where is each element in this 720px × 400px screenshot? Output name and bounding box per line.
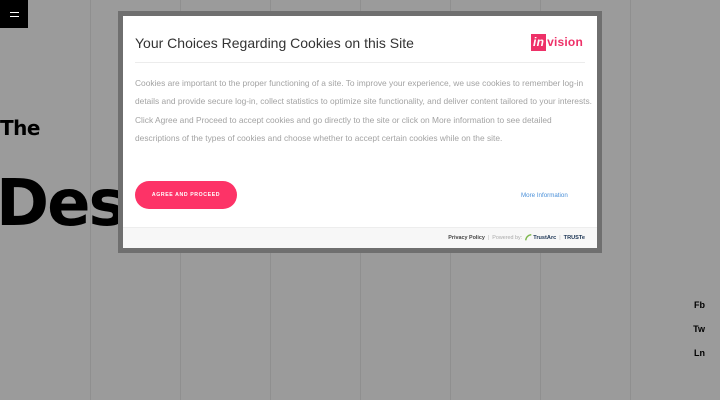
grid-line xyxy=(630,0,631,400)
trustarc-label: TrustArc xyxy=(533,234,557,241)
modal-footer: Privacy Policy | Powered by: TrustArc | … xyxy=(123,227,597,248)
footer-divider: | xyxy=(559,234,561,241)
menu-bar xyxy=(9,11,19,13)
invision-logo: in vision xyxy=(531,34,583,51)
footer-links: Privacy Policy | Powered by: TrustArc | … xyxy=(448,234,585,241)
agree-and-proceed-button[interactable]: Agree and Proceed xyxy=(135,181,237,209)
hero-heading-small: The xyxy=(0,116,40,140)
cookie-consent-modal: Your Choices Regarding Cookies on this S… xyxy=(123,16,597,248)
logo-wordmark: vision xyxy=(547,35,583,49)
more-information-link[interactable]: More Information xyxy=(521,192,568,199)
menu-bar xyxy=(9,15,19,17)
hamburger-menu-icon[interactable] xyxy=(0,0,28,28)
logo-in-mark: in xyxy=(531,34,547,51)
header-divider xyxy=(135,62,585,63)
social-link-facebook[interactable]: Fb xyxy=(694,300,705,310)
truste-label: TRUSTe xyxy=(563,234,585,241)
cookie-modal-frame: Your Choices Regarding Cookies on this S… xyxy=(118,11,602,253)
modal-body-text: Cookies are important to the proper func… xyxy=(135,78,592,144)
trustarc-arc-icon xyxy=(525,234,532,241)
social-link-twitter[interactable]: Tw xyxy=(693,324,705,334)
privacy-policy-link[interactable]: Privacy Policy xyxy=(448,235,485,241)
modal-title: Your Choices Regarding Cookies on this S… xyxy=(135,35,414,51)
trustarc-logo: TrustArc xyxy=(525,234,556,241)
footer-separator: | xyxy=(487,234,490,241)
powered-by-text: Powered by: xyxy=(492,234,523,241)
social-link-linkedin[interactable]: Ln xyxy=(694,348,705,358)
